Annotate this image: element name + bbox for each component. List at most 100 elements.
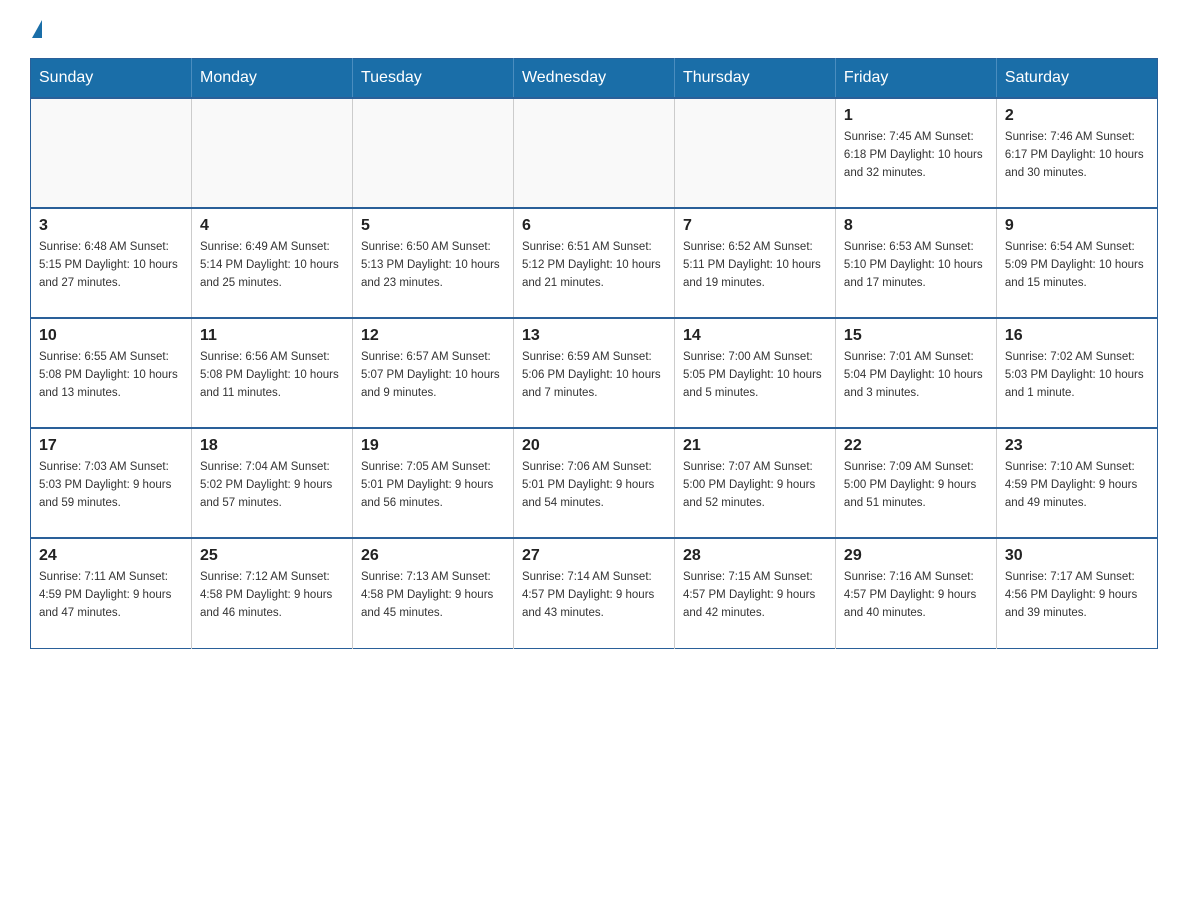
day-number: 27	[522, 547, 666, 565]
day-number: 12	[361, 327, 505, 345]
day-number: 2	[1005, 107, 1149, 125]
day-number: 11	[200, 327, 344, 345]
week-row-5: 24Sunrise: 7:11 AM Sunset: 4:59 PM Dayli…	[31, 538, 1158, 648]
weekday-header-sunday: Sunday	[31, 59, 192, 99]
day-number: 3	[39, 217, 183, 235]
logo	[30, 20, 44, 38]
day-number: 4	[200, 217, 344, 235]
calendar-cell	[352, 98, 513, 208]
calendar-cell: 5 Sunrise: 6:50 AM Sunset: 5:13 PM Daylig…	[352, 208, 513, 318]
calendar-cell: 8 Sunrise: 6:53 AM Sunset: 5:10 PM Daylig…	[835, 208, 996, 318]
day-info: Sunrise: 7:04 AM Sunset: 5:02 PM Dayligh…	[200, 459, 344, 512]
week-row-4: 17 Sunrise: 7:03 AM Sunset: 5:03 PM Dayli…	[31, 428, 1158, 538]
calendar-cell: 24Sunrise: 7:11 AM Sunset: 4:59 PM Dayli…	[31, 538, 192, 648]
day-number: 5	[361, 217, 505, 235]
day-number: 19	[361, 437, 505, 455]
day-info: Sunrise: 7:01 AM Sunset: 5:04 PM Dayligh…	[844, 349, 988, 402]
day-number: 29	[844, 547, 988, 565]
weekday-header-wednesday: Wednesday	[513, 59, 674, 99]
calendar-cell: 1 Sunrise: 7:45 AM Sunset: 6:18 PM Daylig…	[835, 98, 996, 208]
day-number: 1	[844, 107, 988, 125]
day-number: 15	[844, 327, 988, 345]
weekday-header-thursday: Thursday	[674, 59, 835, 99]
day-number: 10	[39, 327, 183, 345]
calendar-cell: 25 Sunrise: 7:12 AM Sunset: 4:58 PM Dayli…	[191, 538, 352, 648]
calendar-header: SundayMondayTuesdayWednesdayThursdayFrid…	[31, 59, 1158, 99]
logo-triangle-icon	[32, 20, 42, 38]
day-number: 26	[361, 547, 505, 565]
calendar-cell: 6Sunrise: 6:51 AM Sunset: 5:12 PM Daylig…	[513, 208, 674, 318]
day-number: 9	[1005, 217, 1149, 235]
day-info: Sunrise: 7:09 AM Sunset: 5:00 PM Dayligh…	[844, 459, 988, 512]
calendar-cell: 15 Sunrise: 7:01 AM Sunset: 5:04 PM Dayli…	[835, 318, 996, 428]
calendar-cell: 12 Sunrise: 6:57 AM Sunset: 5:07 PM Dayli…	[352, 318, 513, 428]
calendar-cell: 17 Sunrise: 7:03 AM Sunset: 5:03 PM Dayli…	[31, 428, 192, 538]
calendar-cell: 2 Sunrise: 7:46 AM Sunset: 6:17 PM Daylig…	[996, 98, 1157, 208]
calendar-table: SundayMondayTuesdayWednesdayThursdayFrid…	[30, 58, 1158, 649]
day-info: Sunrise: 6:53 AM Sunset: 5:10 PM Dayligh…	[844, 239, 988, 292]
day-info: Sunrise: 7:46 AM Sunset: 6:17 PM Dayligh…	[1005, 129, 1149, 182]
day-info: Sunrise: 6:55 AM Sunset: 5:08 PM Dayligh…	[39, 349, 183, 402]
calendar-cell: 7 Sunrise: 6:52 AM Sunset: 5:11 PM Daylig…	[674, 208, 835, 318]
day-number: 22	[844, 437, 988, 455]
calendar-cell: 28Sunrise: 7:15 AM Sunset: 4:57 PM Dayli…	[674, 538, 835, 648]
calendar-cell: 18 Sunrise: 7:04 AM Sunset: 5:02 PM Dayli…	[191, 428, 352, 538]
day-info: Sunrise: 6:52 AM Sunset: 5:11 PM Dayligh…	[683, 239, 827, 292]
calendar-cell: 23Sunrise: 7:10 AM Sunset: 4:59 PM Dayli…	[996, 428, 1157, 538]
calendar-cell: 22 Sunrise: 7:09 AM Sunset: 5:00 PM Dayli…	[835, 428, 996, 538]
day-number: 18	[200, 437, 344, 455]
calendar-cell	[513, 98, 674, 208]
calendar-cell: 27 Sunrise: 7:14 AM Sunset: 4:57 PM Dayli…	[513, 538, 674, 648]
calendar-cell: 20 Sunrise: 7:06 AM Sunset: 5:01 PM Dayli…	[513, 428, 674, 538]
day-number: 6	[522, 217, 666, 235]
calendar-cell	[191, 98, 352, 208]
week-row-3: 10 Sunrise: 6:55 AM Sunset: 5:08 PM Dayli…	[31, 318, 1158, 428]
week-row-1: 1 Sunrise: 7:45 AM Sunset: 6:18 PM Daylig…	[31, 98, 1158, 208]
day-number: 8	[844, 217, 988, 235]
day-number: 23	[1005, 437, 1149, 455]
week-row-2: 3Sunrise: 6:48 AM Sunset: 5:15 PM Daylig…	[31, 208, 1158, 318]
calendar-cell: 11 Sunrise: 6:56 AM Sunset: 5:08 PM Dayli…	[191, 318, 352, 428]
day-number: 7	[683, 217, 827, 235]
day-number: 20	[522, 437, 666, 455]
calendar-cell: 21 Sunrise: 7:07 AM Sunset: 5:00 PM Dayli…	[674, 428, 835, 538]
weekday-header-row: SundayMondayTuesdayWednesdayThursdayFrid…	[31, 59, 1158, 99]
calendar-cell: 29 Sunrise: 7:16 AM Sunset: 4:57 PM Dayli…	[835, 538, 996, 648]
page-header	[30, 20, 1158, 38]
calendar-cell: 13Sunrise: 6:59 AM Sunset: 5:06 PM Dayli…	[513, 318, 674, 428]
day-info: Sunrise: 7:17 AM Sunset: 4:56 PM Dayligh…	[1005, 569, 1149, 622]
calendar-cell: 3Sunrise: 6:48 AM Sunset: 5:15 PM Daylig…	[31, 208, 192, 318]
day-info: Sunrise: 7:07 AM Sunset: 5:00 PM Dayligh…	[683, 459, 827, 512]
day-number: 25	[200, 547, 344, 565]
calendar-cell: 14 Sunrise: 7:00 AM Sunset: 5:05 PM Dayli…	[674, 318, 835, 428]
calendar-cell: 16Sunrise: 7:02 AM Sunset: 5:03 PM Dayli…	[996, 318, 1157, 428]
weekday-header-saturday: Saturday	[996, 59, 1157, 99]
calendar-cell: 30 Sunrise: 7:17 AM Sunset: 4:56 PM Dayli…	[996, 538, 1157, 648]
day-number: 13	[522, 327, 666, 345]
day-info: Sunrise: 6:57 AM Sunset: 5:07 PM Dayligh…	[361, 349, 505, 402]
day-info: Sunrise: 7:05 AM Sunset: 5:01 PM Dayligh…	[361, 459, 505, 512]
day-number: 30	[1005, 547, 1149, 565]
weekday-header-monday: Monday	[191, 59, 352, 99]
day-info: Sunrise: 7:14 AM Sunset: 4:57 PM Dayligh…	[522, 569, 666, 622]
day-info: Sunrise: 7:13 AM Sunset: 4:58 PM Dayligh…	[361, 569, 505, 622]
calendar-cell	[31, 98, 192, 208]
day-info: Sunrise: 6:50 AM Sunset: 5:13 PM Dayligh…	[361, 239, 505, 292]
day-info: Sunrise: 6:56 AM Sunset: 5:08 PM Dayligh…	[200, 349, 344, 402]
calendar-cell: 10 Sunrise: 6:55 AM Sunset: 5:08 PM Dayli…	[31, 318, 192, 428]
day-info: Sunrise: 7:00 AM Sunset: 5:05 PM Dayligh…	[683, 349, 827, 402]
calendar-cell: 26 Sunrise: 7:13 AM Sunset: 4:58 PM Dayli…	[352, 538, 513, 648]
day-number: 21	[683, 437, 827, 455]
day-info: Sunrise: 6:49 AM Sunset: 5:14 PM Dayligh…	[200, 239, 344, 292]
weekday-header-tuesday: Tuesday	[352, 59, 513, 99]
calendar-cell: 19 Sunrise: 7:05 AM Sunset: 5:01 PM Dayli…	[352, 428, 513, 538]
day-info: Sunrise: 7:06 AM Sunset: 5:01 PM Dayligh…	[522, 459, 666, 512]
day-info: Sunrise: 7:03 AM Sunset: 5:03 PM Dayligh…	[39, 459, 183, 512]
day-info: Sunrise: 7:02 AM Sunset: 5:03 PM Dayligh…	[1005, 349, 1149, 402]
day-info: Sunrise: 7:45 AM Sunset: 6:18 PM Dayligh…	[844, 129, 988, 182]
day-number: 17	[39, 437, 183, 455]
day-info: Sunrise: 7:12 AM Sunset: 4:58 PM Dayligh…	[200, 569, 344, 622]
weekday-header-friday: Friday	[835, 59, 996, 99]
day-info: Sunrise: 7:16 AM Sunset: 4:57 PM Dayligh…	[844, 569, 988, 622]
day-number: 14	[683, 327, 827, 345]
